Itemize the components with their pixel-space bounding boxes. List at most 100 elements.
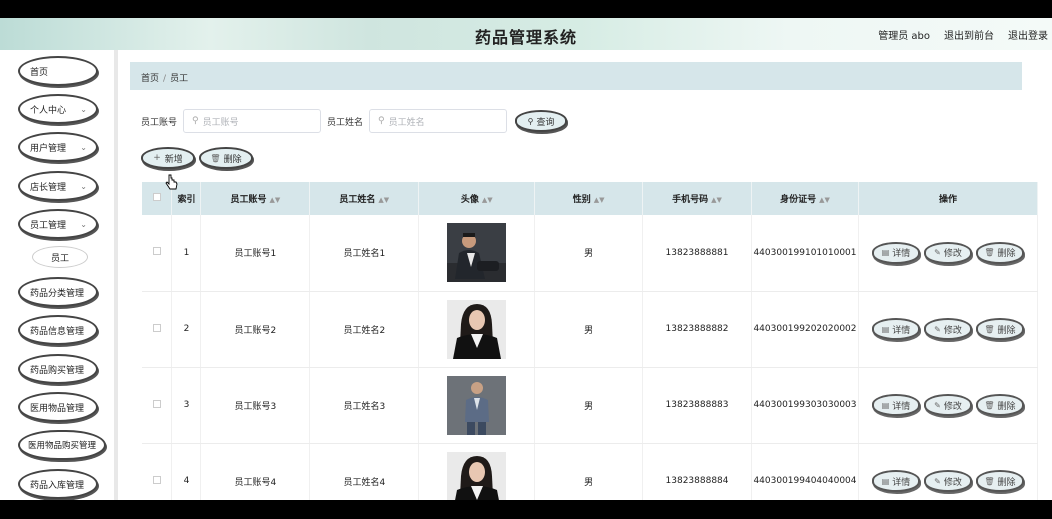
sidebar-item-label: 药品信息管理: [30, 326, 85, 337]
employee-name: 员工姓名4: [309, 443, 420, 500]
search-icon: ⚲: [527, 116, 534, 126]
row-select-cell[interactable]: [142, 367, 173, 444]
avatar[interactable]: [447, 451, 507, 500]
sidebar-item[interactable]: 药品信息管理: [18, 315, 98, 345]
detail-button[interactable]: ▤ 详情: [871, 394, 920, 416]
chevron-down-icon: ⌄: [80, 182, 87, 191]
column-header-actions: 操作: [858, 182, 1039, 215]
avatar[interactable]: [447, 299, 507, 359]
trash-icon: 🗑: [984, 400, 995, 410]
employee-id-card: 440300199202020002: [751, 291, 859, 368]
detail-button[interactable]: ▤ 详情: [871, 470, 920, 492]
detail-button[interactable]: ▤ 详情: [871, 318, 920, 340]
sidebar-item-label: 用户管理: [30, 143, 67, 154]
column-header-avatar[interactable]: 头像 ▲▼: [418, 182, 536, 215]
app-window: 药品管理系统 管理员 abo 退出到前台 退出登录 首页 个人中心 ⌄ 用户管理 ⌄ 店长…: [0, 18, 1052, 500]
employee-id-card: 440300199101010001: [751, 215, 859, 292]
row-select-cell[interactable]: [142, 443, 173, 500]
bulk-delete-button[interactable]: 🗑 删除: [199, 147, 253, 169]
breadcrumb-home[interactable]: 首页: [141, 74, 159, 84]
row-checkbox[interactable]: [152, 247, 161, 256]
employee-phone: 13823888883: [642, 367, 752, 444]
column-header-label: 员工姓名: [339, 195, 376, 205]
sidebar-item-label: 药品分类管理: [30, 288, 85, 299]
sidebar-item[interactable]: 店长管理 ⌄: [18, 171, 98, 201]
sidebar-item[interactable]: 药品分类管理: [18, 277, 98, 307]
delete-button-label: 删除: [997, 401, 1016, 412]
logout-link[interactable]: 退出登录: [1008, 27, 1048, 42]
sidebar-item[interactable]: 个人中心 ⌄: [18, 94, 98, 124]
column-header-phone[interactable]: 手机号码 ▲▼: [642, 182, 752, 215]
column-header-gender[interactable]: 性别 ▲▼: [534, 182, 644, 215]
delete-button[interactable]: 🗑 删除: [975, 241, 1024, 264]
detail-button-label: 详情: [892, 325, 911, 336]
add-button[interactable]: + 新增: [141, 147, 195, 169]
table-row[interactable]: 1 员工账号1 员工姓名1 男 13823888881 44030019910101000…: [142, 215, 1039, 292]
row-checkbox[interactable]: [152, 475, 161, 484]
plus-icon: +: [153, 153, 161, 163]
sidebar-item[interactable]: 首页: [18, 56, 98, 86]
delete-button-label: 删除: [997, 477, 1016, 488]
table-row[interactable]: 3 员工账号3 员工姓名3 男 13823888883 44030019930303000…: [142, 367, 1039, 444]
detail-button-label: 详情: [892, 249, 911, 260]
sidebar-subitem-employee[interactable]: 员工: [32, 246, 88, 268]
row-select-cell[interactable]: [142, 291, 173, 368]
table-row[interactable]: 2 员工账号2 员工姓名2 男 13823888882 44030019920202000…: [142, 291, 1039, 368]
delete-button-label: 删除: [997, 249, 1016, 260]
sort-icon[interactable]: ▲▼: [378, 196, 389, 204]
edit-button[interactable]: ✎ 修改: [923, 394, 972, 416]
detail-button[interactable]: ▤ 详情: [871, 241, 920, 264]
select-all-checkbox[interactable]: [152, 193, 161, 201]
delete-button[interactable]: 🗑 删除: [975, 394, 1024, 416]
table-header-row: 索引 员工账号 ▲▼ 员工姓名 ▲▼ 头像 ▲▼ 性别 ▲▼ 手机号码 ▲▼ 身份证号 ▲▼…: [142, 182, 1039, 215]
sidebar-item[interactable]: 药品入库管理: [18, 469, 98, 499]
row-actions-cell: ▤ 详情 ✎ 修改 🗑 删除: [858, 291, 1039, 368]
row-checkbox[interactable]: [152, 399, 161, 408]
sort-icon[interactable]: ▲▼: [482, 196, 493, 204]
sidebar-item[interactable]: 医用物品购买管理: [18, 430, 106, 460]
sidebar-item[interactable]: 药品购买管理: [18, 354, 98, 384]
column-header-label: 手机号码: [672, 195, 709, 205]
back-to-front-link[interactable]: 退出到前台: [944, 27, 994, 42]
avatar[interactable]: [447, 375, 507, 435]
row-index: 3: [171, 367, 202, 444]
chevron-down-icon: ⌄: [80, 143, 87, 152]
sort-icon[interactable]: ▲▼: [819, 196, 830, 204]
query-button[interactable]: ⚲ 查询: [515, 110, 568, 132]
account-search-placeholder: 员工账号: [202, 117, 239, 128]
top-header: 药品管理系统 管理员 abo 退出到前台 退出登录: [0, 18, 1052, 50]
employee-name: 员工姓名2: [309, 291, 420, 368]
column-header-name[interactable]: 员工姓名 ▲▼: [309, 182, 420, 215]
column-header-label: 索引: [177, 195, 196, 205]
sidebar-item[interactable]: 医用物品管理: [18, 392, 98, 422]
edit-button[interactable]: ✎ 修改: [923, 318, 972, 340]
detail-button-label: 详情: [892, 477, 911, 488]
employee-account: 员工账号3: [200, 367, 311, 444]
sort-icon[interactable]: ▲▼: [270, 196, 281, 204]
sidebar-item-label: 首页: [30, 67, 49, 78]
sidebar-item[interactable]: 员工管理 ⌄: [18, 209, 98, 239]
breadcrumb: 首页 / 员工: [130, 62, 1022, 90]
delete-button[interactable]: 🗑 删除: [975, 318, 1024, 340]
edit-button[interactable]: ✎ 修改: [923, 241, 972, 264]
document-icon: ▤: [881, 248, 890, 258]
avatar[interactable]: [447, 223, 507, 283]
employee-name: 员工姓名1: [309, 215, 420, 292]
trash-icon: 🗑: [984, 324, 995, 334]
delete-button[interactable]: 🗑 删除: [975, 470, 1024, 492]
sidebar-item[interactable]: 用户管理 ⌄: [18, 132, 98, 162]
name-search-input[interactable]: ⚲ 员工姓名: [369, 109, 508, 133]
chevron-down-icon: ⌄: [80, 105, 87, 114]
pencil-icon: ✎: [934, 324, 941, 334]
sort-icon[interactable]: ▲▼: [711, 196, 722, 204]
row-checkbox[interactable]: [152, 323, 161, 332]
employee-id-card: 440300199404040004: [751, 443, 859, 500]
sort-icon[interactable]: ▲▼: [594, 196, 605, 204]
sidebar-scrollbar[interactable]: [114, 50, 118, 500]
table-row[interactable]: 4 员工账号4 员工姓名4 男 13823888884 44030019940404000…: [142, 443, 1039, 500]
edit-button[interactable]: ✎ 修改: [923, 470, 972, 492]
account-search-input[interactable]: ⚲ 员工账号: [183, 109, 322, 133]
column-header-account[interactable]: 员工账号 ▲▼: [200, 182, 311, 215]
row-select-cell[interactable]: [142, 215, 173, 292]
column-header-id-card[interactable]: 身份证号 ▲▼: [751, 182, 859, 215]
